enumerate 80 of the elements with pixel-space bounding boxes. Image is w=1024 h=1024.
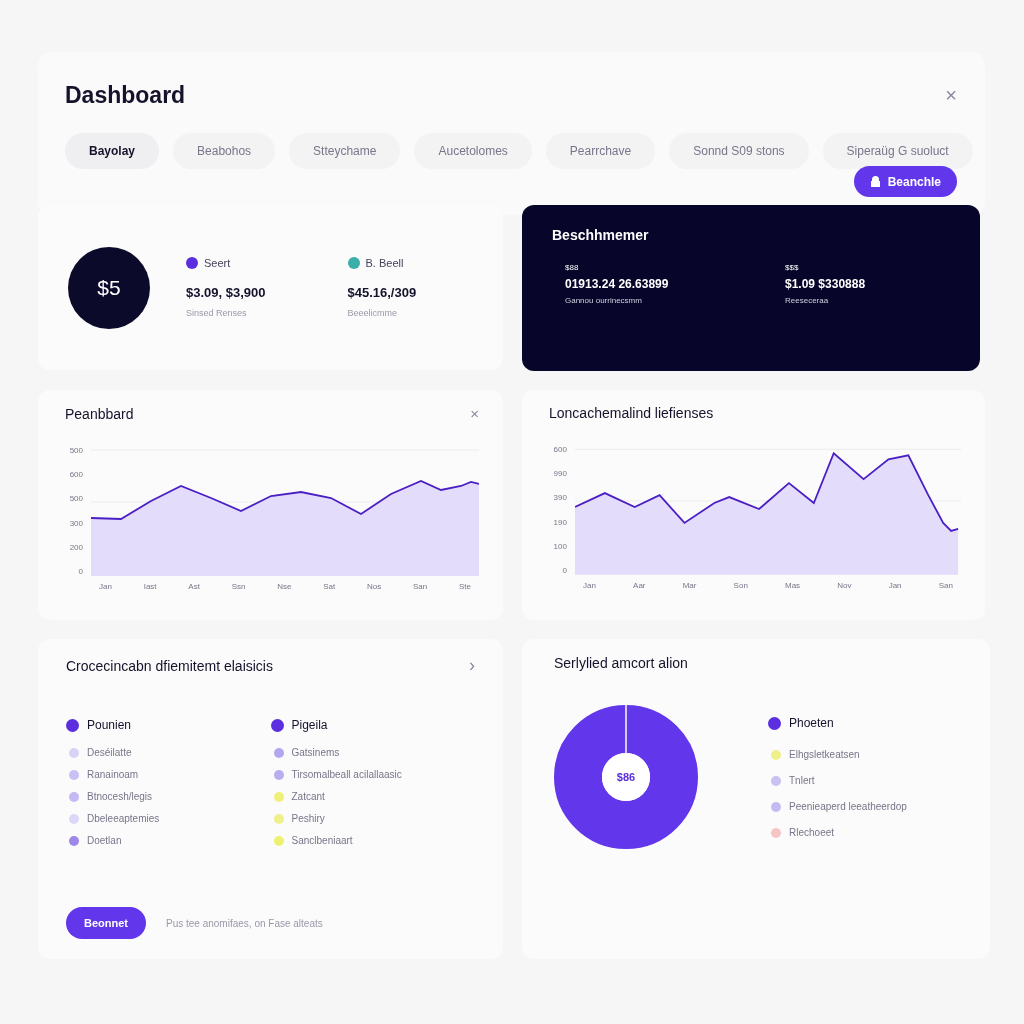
axis-label: Mas xyxy=(785,581,801,590)
legend-label: Gatsinems xyxy=(291,747,340,758)
legend-label: Pigeila xyxy=(291,718,328,732)
stat-caption: Reeseceraa xyxy=(785,296,830,305)
axis-label: Mar xyxy=(682,581,697,590)
axis-label: 300 xyxy=(68,518,83,528)
legend-label: Tirsomalbeall acilallaasic xyxy=(291,769,402,780)
axis-label: 0 xyxy=(561,565,567,575)
axis-label: 600 xyxy=(552,445,567,454)
stat-value: $3.09, $3,900 xyxy=(186,285,267,300)
legend-label: Deséilatte xyxy=(87,747,132,758)
axis-label: 190 xyxy=(552,517,567,527)
axis-label: San xyxy=(412,582,428,591)
amount-badge: $5 xyxy=(68,246,150,329)
legend-label: Btnocesh/legis xyxy=(87,791,153,802)
action-button[interactable]: Beanchle xyxy=(853,166,957,197)
tab[interactable]: Bayolay xyxy=(65,133,160,169)
legend-label: Peenieaperd leeatheerdop xyxy=(789,801,907,812)
axis-label: Jan xyxy=(99,582,112,591)
axis-label: 990 xyxy=(552,469,567,479)
tab[interactable]: Pearrchave xyxy=(545,133,656,169)
card-title: Beschhmemer xyxy=(552,227,650,243)
axis-label: Jan xyxy=(888,581,902,590)
stat-label: Seert xyxy=(204,257,231,269)
legend-label: Ranainoam xyxy=(87,769,139,780)
chart-title: Loncachemalind liefienses xyxy=(549,405,714,421)
legend-label: Doetlan xyxy=(87,835,122,846)
primary-button[interactable]: Beonnet xyxy=(66,907,146,939)
stat-caption: Sinsed Renses xyxy=(186,308,248,318)
stat-value: $45.16,/309 xyxy=(347,285,418,300)
tab[interactable]: Aucetolomes xyxy=(414,133,532,169)
lock-icon xyxy=(869,176,881,187)
axis-label: Nos xyxy=(366,582,382,591)
axis-label: 200 xyxy=(68,542,83,552)
close-button[interactable]: × xyxy=(945,84,957,107)
stat-value: $1.09 $330888 xyxy=(785,277,867,291)
tab[interactable]: Siperaüg G suoluct xyxy=(822,133,973,169)
axis-label: Son xyxy=(733,581,748,590)
legend-label: Rlechoeet xyxy=(789,827,835,838)
axis-label: Ste xyxy=(458,582,471,591)
legend-label: Phoeten xyxy=(789,716,834,730)
axis-label: 500 xyxy=(68,494,83,504)
legend-label: Pounien xyxy=(87,718,132,732)
legend-label: Elhgsletkeatsen xyxy=(789,749,860,760)
legend-label: Sanclbeniaart xyxy=(291,835,353,846)
stat-label: B. Beell xyxy=(365,257,404,269)
axis-label: 0 xyxy=(77,566,83,576)
tab[interactable]: Sonnd S09 stons xyxy=(669,133,809,169)
close-button[interactable]: × xyxy=(470,405,479,422)
axis-label: Aar xyxy=(633,581,646,590)
axis-label: Ssn xyxy=(231,582,246,591)
axis-label: Jan xyxy=(583,581,596,590)
stat-label: $88 xyxy=(565,263,580,272)
page-title: Dashboard xyxy=(65,82,186,109)
axis-label: San xyxy=(938,581,953,590)
chevron-button[interactable]: › xyxy=(469,655,475,676)
axis-label: Ast xyxy=(188,582,200,591)
tab[interactable]: Stteychame xyxy=(289,133,401,169)
axis-label: Nov xyxy=(837,581,852,590)
axis-label: 600 xyxy=(68,470,83,480)
legend-label: Dbeleeaptemies xyxy=(87,813,160,824)
axis-label: 390 xyxy=(552,493,567,503)
axis-label: Nse xyxy=(277,582,292,591)
stat-label: $$$ xyxy=(785,263,800,272)
stat-value: 01913.24 26.63899 xyxy=(565,277,670,291)
legend-label: Peshiry xyxy=(291,813,325,824)
legend-label: Zatcant xyxy=(291,791,325,802)
footer-note: Pus tee anomifaes, on Fase alteats xyxy=(166,917,323,929)
axis-label: Iast xyxy=(143,582,157,591)
card-title: Serlylied amcort alion xyxy=(554,655,689,671)
card-title: Crocecincabn dfiemitemt elaisicis xyxy=(66,657,273,674)
tab[interactable]: Beabohos xyxy=(173,133,276,169)
legend-label: Tnlert xyxy=(789,775,815,786)
chart-title: Peanbbard xyxy=(65,405,134,422)
donut-center-label: $86 xyxy=(616,771,636,783)
axis-label: Sat xyxy=(323,582,336,591)
stat-caption: Beeelicmme xyxy=(347,308,399,318)
stat-caption: Gannou ourrinecsmm xyxy=(565,296,643,305)
axis-label: 100 xyxy=(552,541,567,551)
axis-label: 500 xyxy=(68,446,83,455)
